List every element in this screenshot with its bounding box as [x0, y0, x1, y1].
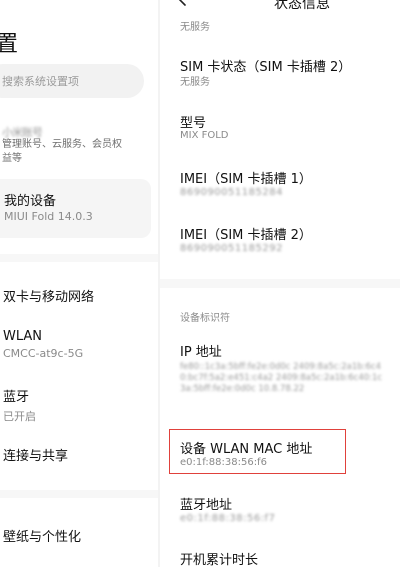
- account-description[interactable]: 管理账号、云服务、会员权益等: [2, 138, 130, 166]
- model-value: MIX FOLD: [180, 130, 229, 141]
- ip-address-value: fe80::1c3a:5bff:fe2e:0d0c 2409:8a5c:2a1b…: [180, 362, 383, 394]
- my-device-title: 我的设备: [4, 194, 57, 209]
- settings-list-pane: 置 搜索系统设置项 小米账号 管理账号、云服务、会员权益等 我的设备 MIUI …: [0, 0, 160, 567]
- section-divider: [160, 279, 400, 288]
- search-placeholder: 搜索系统设置项: [2, 75, 79, 88]
- imei2-value: 869090051185292: [180, 243, 283, 254]
- sidebar-item-wlan[interactable]: WLAN CMCC-at9c-5G: [3, 329, 153, 360]
- imei1-label: IMEI（SIM 卡插槽 1）: [180, 172, 312, 187]
- sidebar-item-status: CMCC-at9c-5G: [3, 347, 84, 360]
- sidebar-item-wallpaper[interactable]: 壁纸与个性化: [3, 526, 153, 545]
- sidebar-item-label: 连接与共享: [3, 449, 69, 464]
- sim-status-value: 无服务: [180, 77, 210, 88]
- imei1-value: 869090051185284: [180, 187, 283, 198]
- imei2-label: IMEI（SIM 卡插槽 2）: [180, 228, 312, 243]
- model-label: 型号: [180, 116, 207, 131]
- status-info-pane: 状态信息 无服务 SIM 卡状态（SIM 卡插槽 2） 无服务 型号 MIX F…: [160, 0, 400, 567]
- section-divider: [0, 254, 158, 262]
- page-title: 状态信息: [274, 0, 330, 12]
- page-title: 置: [0, 32, 19, 57]
- my-device-version: MIUI Fold 14.0.3: [4, 210, 93, 223]
- network-status-value: 无服务: [180, 22, 210, 33]
- sidebar-item-label: WLAN: [3, 329, 43, 344]
- search-input[interactable]: 搜索系统设置项: [0, 64, 144, 98]
- sidebar-item-connection-sharing[interactable]: 连接与共享: [3, 445, 153, 464]
- sidebar-item-label: 壁纸与个性化: [3, 530, 82, 545]
- sidebar-item-bluetooth[interactable]: 蓝牙 已开启: [3, 386, 153, 424]
- uptime-label: 开机累计时长: [180, 553, 259, 567]
- sidebar-item-label: 蓝牙: [3, 390, 30, 405]
- sidebar-item-dual-sim[interactable]: 双卡与移动网络: [3, 286, 153, 305]
- my-device-card[interactable]: 我的设备 MIUI Fold 14.0.3: [0, 179, 151, 238]
- section-caption: 设备标识符: [180, 313, 230, 324]
- section-divider: [0, 490, 158, 498]
- sidebar-item-status: 已开启: [3, 410, 36, 423]
- bluetooth-address-label: 蓝牙地址: [180, 498, 233, 513]
- highlight-annotation: [169, 429, 346, 474]
- ip-address-label: IP 地址: [180, 345, 222, 360]
- bluetooth-address-value: e0:1f:88:38:56:f7: [180, 513, 276, 524]
- back-arrow-icon[interactable]: [178, 0, 196, 6]
- settings-screen: 置 搜索系统设置项 小米账号 管理账号、云服务、会员权益等 我的设备 MIUI …: [0, 0, 400, 567]
- sidebar-item-label: 双卡与移动网络: [3, 290, 95, 305]
